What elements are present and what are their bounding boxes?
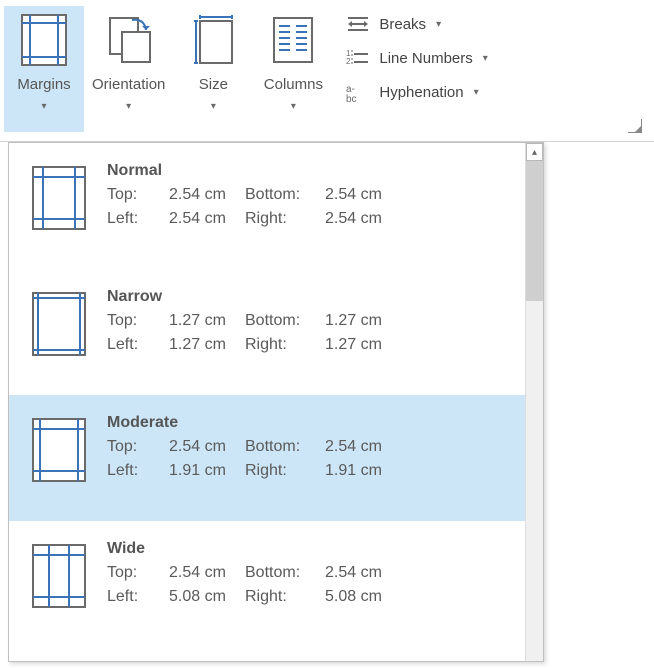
margin-preset-info: Moderate Top: 2.54 cm Bottom: 2.54 cm Le… bbox=[107, 411, 401, 483]
size-icon bbox=[190, 12, 236, 68]
left-value: 2.54 cm bbox=[169, 207, 245, 231]
top-label: Top: bbox=[107, 435, 169, 459]
dropdown-arrow-icon: ▾ bbox=[211, 101, 216, 112]
size-label: Size bbox=[199, 76, 228, 93]
dropdown-arrow-icon: ▾ bbox=[474, 87, 479, 98]
left-value: 1.91 cm bbox=[169, 459, 245, 483]
bottom-label: Bottom: bbox=[245, 435, 325, 459]
scrollbar[interactable]: ▴ bbox=[525, 143, 543, 661]
bottom-label: Bottom: bbox=[245, 309, 325, 333]
margins-button[interactable]: Margins ▾ bbox=[4, 6, 84, 132]
left-value: 1.27 cm bbox=[169, 333, 245, 357]
svg-text:2: 2 bbox=[346, 57, 351, 66]
margin-preset-icon bbox=[31, 159, 87, 231]
margin-preset-icon bbox=[31, 411, 87, 483]
size-button[interactable]: Size ▾ bbox=[173, 6, 253, 132]
dropdown-arrow-icon: ▾ bbox=[483, 53, 488, 64]
hyphenation-button[interactable]: a- bc Hyphenation ▾ bbox=[341, 80, 491, 104]
breaks-button[interactable]: Breaks ▾ bbox=[341, 12, 491, 36]
margin-preset-icon bbox=[31, 537, 87, 609]
margin-preset-title: Narrow bbox=[107, 285, 401, 309]
margin-preset-title: Wide bbox=[107, 537, 401, 561]
hyphenation-label: Hyphenation bbox=[379, 84, 463, 101]
hyphenation-icon: a- bc bbox=[345, 82, 371, 102]
bottom-label: Bottom: bbox=[245, 561, 325, 585]
top-label: Top: bbox=[107, 561, 169, 585]
breaks-icon bbox=[345, 14, 371, 34]
top-value: 2.54 cm bbox=[169, 561, 245, 585]
margins-gallery: Normal Top: 2.54 cm Bottom: 2.54 cm Left… bbox=[8, 142, 544, 662]
line-numbers-label: Line Numbers bbox=[379, 50, 472, 67]
right-label: Right: bbox=[245, 333, 325, 357]
right-value: 5.08 cm bbox=[325, 585, 401, 609]
dropdown-arrow-icon: ▾ bbox=[436, 19, 441, 30]
margins-gallery-list: Normal Top: 2.54 cm Bottom: 2.54 cm Left… bbox=[9, 143, 525, 661]
dropdown-arrow-icon: ▾ bbox=[291, 101, 296, 112]
right-value: 1.91 cm bbox=[325, 459, 401, 483]
margin-preset-wide[interactable]: Wide Top: 2.54 cm Bottom: 2.54 cm Left: … bbox=[9, 521, 525, 647]
scroll-up-button[interactable]: ▴ bbox=[526, 143, 543, 161]
top-value: 2.54 cm bbox=[169, 183, 245, 207]
top-label: Top: bbox=[107, 309, 169, 333]
bottom-value: 2.54 cm bbox=[325, 561, 401, 585]
orientation-icon bbox=[104, 12, 154, 68]
columns-button[interactable]: Columns ▾ bbox=[253, 6, 333, 132]
margin-preset-normal[interactable]: Normal Top: 2.54 cm Bottom: 2.54 cm Left… bbox=[9, 143, 525, 269]
right-label: Right: bbox=[245, 207, 325, 231]
right-value: 1.27 cm bbox=[325, 333, 401, 357]
margins-label: Margins bbox=[17, 76, 70, 93]
ribbon-page-setup-group: Margins ▾ Orientation ▾ bbox=[0, 0, 654, 142]
svg-text:bc: bc bbox=[346, 94, 357, 102]
bottom-label: Bottom: bbox=[245, 183, 325, 207]
left-label: Left: bbox=[107, 333, 169, 357]
margin-preset-narrow[interactable]: Narrow Top: 1.27 cm Bottom: 1.27 cm Left… bbox=[9, 269, 525, 395]
orientation-label: Orientation bbox=[92, 76, 165, 93]
dropdown-arrow-icon: ▾ bbox=[126, 101, 131, 112]
columns-icon bbox=[270, 12, 316, 68]
right-label: Right: bbox=[245, 585, 325, 609]
margin-preset-title: Normal bbox=[107, 159, 401, 183]
breaks-label: Breaks bbox=[379, 16, 426, 33]
bottom-value: 1.27 cm bbox=[325, 309, 401, 333]
line-numbers-icon: 1 2 bbox=[345, 48, 371, 68]
orientation-button[interactable]: Orientation ▾ bbox=[84, 6, 173, 132]
right-label: Right: bbox=[245, 459, 325, 483]
line-numbers-button[interactable]: 1 2 Line Numbers ▾ bbox=[341, 46, 491, 70]
margin-preset-moderate[interactable]: Moderate Top: 2.54 cm Bottom: 2.54 cm Le… bbox=[9, 395, 525, 521]
top-value: 1.27 cm bbox=[169, 309, 245, 333]
left-value: 5.08 cm bbox=[169, 585, 245, 609]
breaks-group: Breaks ▾ 1 2 Line Numbers ▾ a- bc bbox=[333, 6, 495, 104]
margin-preset-info: Normal Top: 2.54 cm Bottom: 2.54 cm Left… bbox=[107, 159, 401, 231]
right-value: 2.54 cm bbox=[325, 207, 401, 231]
margins-icon bbox=[20, 12, 68, 68]
margin-preset-title: Moderate bbox=[107, 411, 401, 435]
margin-preset-info: Narrow Top: 1.27 cm Bottom: 1.27 cm Left… bbox=[107, 285, 401, 357]
top-label: Top: bbox=[107, 183, 169, 207]
dropdown-arrow-icon: ▾ bbox=[41, 101, 46, 112]
top-value: 2.54 cm bbox=[169, 435, 245, 459]
dialog-launcher-icon[interactable] bbox=[628, 119, 642, 133]
bottom-value: 2.54 cm bbox=[325, 183, 401, 207]
left-label: Left: bbox=[107, 459, 169, 483]
scroll-thumb[interactable] bbox=[526, 161, 543, 301]
columns-label: Columns bbox=[264, 76, 323, 93]
margin-preset-info: Wide Top: 2.54 cm Bottom: 2.54 cm Left: … bbox=[107, 537, 401, 609]
left-label: Left: bbox=[107, 207, 169, 231]
bottom-value: 2.54 cm bbox=[325, 435, 401, 459]
left-label: Left: bbox=[107, 585, 169, 609]
margin-preset-icon bbox=[31, 285, 87, 357]
